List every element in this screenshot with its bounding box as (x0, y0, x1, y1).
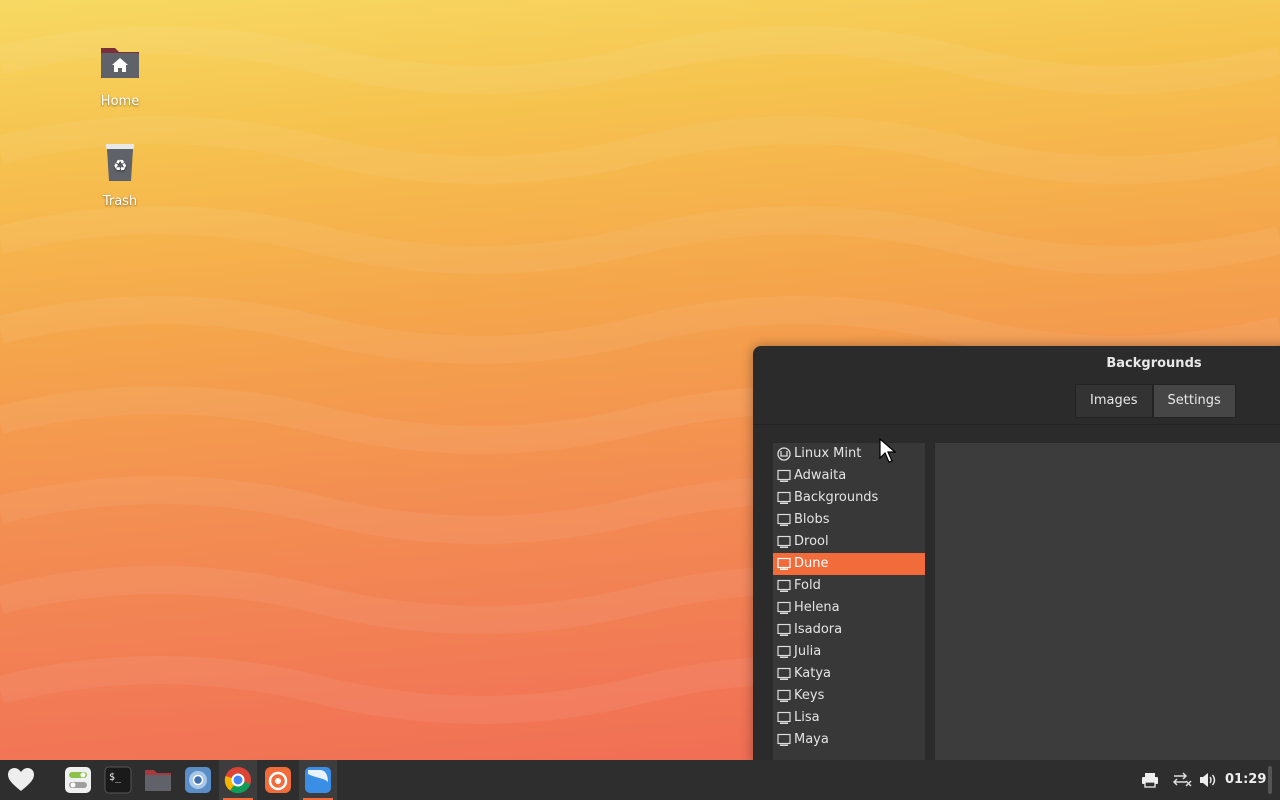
tray-network[interactable] (1172, 760, 1192, 800)
list-item-helena[interactable]: Helena (773, 597, 925, 619)
list-item-label: Maya (794, 732, 829, 747)
volume-icon (1200, 773, 1216, 787)
files-icon (145, 770, 171, 791)
chromium-launcher[interactable] (179, 760, 217, 800)
list-item-label: Drool (794, 534, 829, 549)
header-separator (753, 424, 1280, 425)
chrome-launcher[interactable] (219, 760, 257, 800)
monitor-icon (777, 579, 791, 592)
mint-logo-icon (777, 447, 791, 461)
list-item-maya[interactable]: Maya (773, 729, 925, 751)
list-item-keys[interactable]: Keys (773, 685, 925, 707)
list-item-label: Lisa (794, 710, 820, 725)
list-item-label: Backgrounds (794, 490, 879, 505)
trash-icon: ♻ (106, 144, 134, 181)
list-item-drool[interactable]: Drool (773, 531, 925, 553)
monitor-icon (777, 469, 791, 482)
list-item-label: Isadora (794, 622, 843, 637)
monitor-icon (777, 601, 791, 614)
tab-settings[interactable]: Settings (1152, 384, 1236, 418)
firefox-icon (265, 767, 291, 793)
svg-text:$_: $_ (109, 772, 122, 783)
monitor-icon (777, 689, 791, 702)
list-item-blobs[interactable]: Blobs (773, 509, 925, 531)
taskbar: $_ 01:29 (0, 760, 1280, 800)
home-folder-icon (101, 48, 139, 78)
backgrounds-app-launcher[interactable] (299, 760, 337, 800)
show-desktop-button[interactable] (1268, 766, 1272, 794)
list-item-label: Linux Mint (794, 446, 862, 461)
monitor-icon (777, 623, 791, 636)
tray-printer[interactable] (1141, 760, 1159, 800)
tray-volume[interactable] (1199, 760, 1217, 800)
monitor-icon (777, 645, 791, 658)
list-item-label: Keys (794, 688, 825, 703)
monitor-icon (777, 513, 791, 526)
backgrounds-window: Backgrounds Images Settings Linux Mint A… (753, 346, 1280, 774)
firefox-launcher[interactable] (259, 760, 297, 800)
monitor-icon (777, 535, 791, 548)
list-item-label: Helena (794, 600, 840, 615)
desktop-icon-label: Trash (102, 194, 138, 209)
list-item-label: Blobs (794, 512, 830, 527)
terminal-icon: $_ (104, 766, 132, 794)
monitor-icon (777, 733, 791, 746)
preview-pane (934, 442, 1280, 774)
monitor-icon (777, 711, 791, 724)
menu-heart-icon (8, 768, 34, 791)
settings-launcher[interactable] (59, 760, 97, 800)
list-item-label: Fold (794, 578, 821, 593)
files-launcher[interactable] (139, 760, 177, 800)
list-item-fold[interactable]: Fold (773, 575, 925, 597)
chrome-icon (224, 767, 251, 794)
tab-images[interactable]: Images (1075, 384, 1153, 418)
backgrounds-app-icon (305, 767, 331, 793)
tab-bar: Images Settings (1075, 384, 1236, 418)
list-item-label: Katya (794, 666, 832, 681)
monitor-icon (777, 557, 791, 570)
list-item-adwaita[interactable]: Adwaita (773, 465, 925, 487)
svg-text:♻: ♻ (113, 156, 127, 175)
settings-toggle-icon (65, 767, 91, 793)
terminal-launcher[interactable]: $_ (99, 760, 137, 800)
printer-icon (1142, 773, 1158, 788)
chromium-icon (185, 767, 211, 793)
desktop-icon-home[interactable]: Home (75, 40, 165, 109)
list-item-katya[interactable]: Katya (773, 663, 925, 685)
monitor-icon (777, 667, 791, 680)
menu-button[interactable] (2, 760, 40, 800)
clock[interactable]: 01:29 (1225, 760, 1266, 800)
desktop-icon-label: Home (100, 94, 140, 109)
list-item-lisa[interactable]: Lisa (773, 707, 925, 729)
list-item-linux-mint[interactable]: Linux Mint (773, 443, 925, 465)
list-item-backgrounds[interactable]: Backgrounds (773, 487, 925, 509)
monitor-icon (777, 491, 791, 504)
network-disconnected-icon (1172, 772, 1192, 787)
desktop-icon-trash[interactable]: ♻ Trash (75, 140, 165, 209)
list-item-label: Dune (794, 556, 829, 571)
list-item-label: Julia (794, 644, 822, 659)
list-item-julia[interactable]: Julia (773, 641, 925, 663)
window-title: Backgrounds (1106, 356, 1202, 371)
list-item-label: Adwaita (794, 468, 847, 483)
list-item-dune[interactable]: Dune (773, 553, 925, 575)
collection-list[interactable]: Linux Mint Adwaita Backgrounds Blobs Dro… (772, 442, 926, 774)
mouse-cursor-icon (879, 438, 897, 463)
list-item-isadora[interactable]: Isadora (773, 619, 925, 641)
